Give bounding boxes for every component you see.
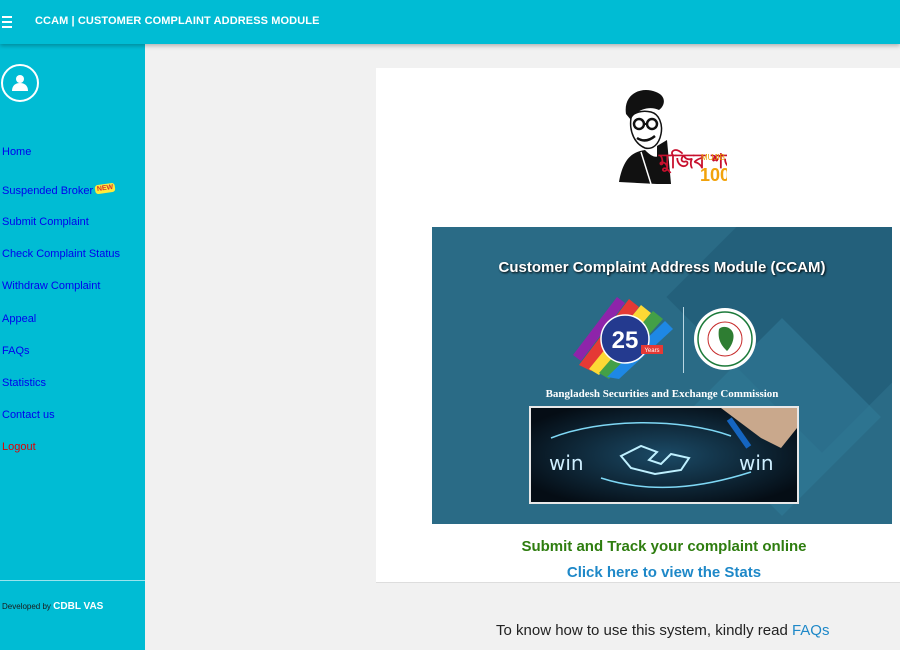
win-left-text: win — [549, 451, 584, 475]
faq-link[interactable]: FAQs — [792, 622, 830, 639]
mujib-100-logo: মুজিব শতবর্ষ MUJIB 100 — [619, 90, 727, 185]
sidebar-item-logout[interactable]: Logout — [2, 441, 36, 453]
sidebar-item-submit-complaint[interactable]: Submit Complaint — [2, 216, 89, 228]
logo-separator — [683, 307, 684, 373]
sidebar-item-contact-us[interactable]: Contact us — [2, 409, 55, 421]
logo-years-text: Years — [644, 348, 659, 354]
mujib-en-text: MUJIB — [701, 153, 725, 162]
sidebar: Home Suspended Broker NEW Submit Complain… — [0, 44, 145, 650]
bsec-seal-logo — [694, 308, 756, 370]
sidebar-item-statistics[interactable]: Statistics — [2, 377, 46, 389]
sidebar-item-appeal[interactable]: Appeal — [2, 313, 36, 325]
sidebar-item-label: Suspended Broker — [2, 185, 94, 197]
top-app-bar: CCAM | CUSTOMER COMPLAINT ADDRESS MODULE — [0, 0, 900, 44]
developed-by-label: Developed by — [2, 602, 51, 611]
win-right-text: win — [739, 451, 774, 475]
sidebar-item-faqs[interactable]: FAQs — [2, 345, 30, 357]
new-badge: NEW — [94, 182, 116, 195]
ccam-banner: Customer Complaint Address Module (CCAM)… — [432, 227, 892, 524]
sidebar-item-home[interactable]: Home — [2, 146, 31, 158]
main-card: মুজিব শতবর্ষ MUJIB 100 Customer Complain… — [376, 68, 900, 583]
sidebar-item-check-complaint-status[interactable]: Check Complaint Status — [2, 248, 120, 260]
faq-info-line: To know how to use this system, kindly r… — [496, 622, 829, 639]
mujib-100-text: 100 — [700, 165, 727, 185]
submit-track-heading: Submit and Track your complaint online — [521, 538, 807, 555]
bsec-org-name: Bangladesh Securities and Exchange Commi… — [545, 388, 779, 400]
bsec-25-years-logo: 25 Years — [573, 297, 673, 379]
hamburger-menu-icon[interactable] — [2, 13, 16, 31]
developer-credit: Developed by CDBL VAS — [2, 601, 103, 612]
developer-name: CDBL VAS — [53, 601, 104, 612]
sidebar-divider — [0, 580, 145, 581]
view-stats-link[interactable]: Click here to view the Stats — [376, 564, 900, 581]
banner-title: Customer Complaint Address Module (CCAM) — [498, 259, 826, 276]
faq-info-text: To know how to use this system, kindly r… — [496, 622, 788, 639]
user-avatar-icon[interactable] — [1, 64, 39, 102]
logo-25-number: 25 — [612, 327, 639, 354]
win-win-handshake-image: win win — [529, 406, 799, 504]
sidebar-item-suspended-broker[interactable]: Suspended Broker NEW — [2, 182, 116, 197]
sidebar-item-withdraw-complaint[interactable]: Withdraw Complaint — [2, 280, 100, 292]
app-title: CCAM | CUSTOMER COMPLAINT ADDRESS MODULE — [35, 15, 320, 27]
